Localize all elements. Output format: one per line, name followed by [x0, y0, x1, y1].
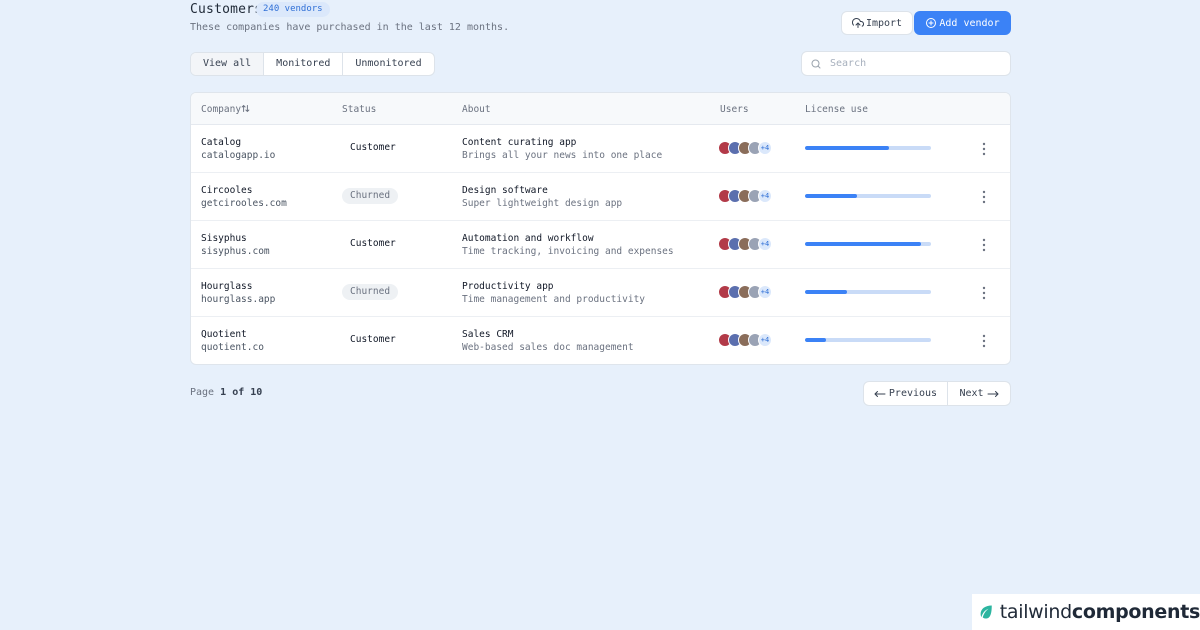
- company-domain: quotient.co: [201, 342, 264, 353]
- search-icon: [811, 59, 821, 69]
- page-indicator: Page 1 of 10: [190, 387, 262, 398]
- about-description: Brings all your news into one place: [462, 150, 663, 161]
- license-use-bar: [805, 242, 931, 246]
- page-title: Customers: [190, 2, 263, 17]
- brand-part-2: components: [1071, 601, 1200, 623]
- import-button[interactable]: Import: [841, 11, 913, 35]
- column-company-label: Company: [201, 104, 242, 115]
- sort-icon: [241, 104, 250, 113]
- table-header: Company Status About Users License use: [191, 93, 1010, 125]
- table-row[interactable]: Catalog catalogapp.io Customer Content cura…: [191, 125, 1010, 173]
- company-domain: getcirooles.com: [201, 198, 287, 209]
- column-users: Users: [720, 104, 749, 115]
- about-description: Time management and productivity: [462, 294, 646, 305]
- status-badge: Churned: [342, 284, 399, 300]
- column-company[interactable]: Company: [201, 104, 250, 115]
- leaf-logo-icon: [980, 605, 992, 619]
- license-use-fill: [805, 146, 890, 150]
- brand-part-1: tailwind: [999, 601, 1072, 623]
- table-row[interactable]: Sisyphus sisyphus.com Customer Automation a…: [191, 221, 1010, 269]
- company-domain: catalogapp.io: [201, 150, 276, 161]
- brand-name: tailwindcomponents: [1000, 601, 1200, 623]
- column-license-use: License use: [805, 104, 868, 115]
- brand-watermark: tailwindcomponents: [972, 594, 1200, 630]
- more-users-count: +4: [758, 285, 772, 299]
- about-title: Design software: [462, 185, 548, 196]
- about-description: Web-based sales doc management: [462, 342, 634, 353]
- previous-button[interactable]: Previous: [863, 381, 948, 406]
- tab-view-all[interactable]: View all: [191, 53, 265, 75]
- license-use-bar: [805, 290, 931, 294]
- license-use-fill: [805, 242, 921, 246]
- more-users-count: +4: [758, 333, 772, 347]
- user-avatars: +4: [718, 141, 772, 155]
- search-input[interactable]: [830, 55, 1000, 72]
- table-row[interactable]: Quotient quotient.co Customer Sales CRM Web-…: [191, 317, 1010, 364]
- more-users-count: +4: [758, 237, 772, 251]
- vendor-count-badge: 240 vendors: [256, 2, 330, 17]
- upload-cloud-icon: [851, 17, 864, 28]
- column-about: About: [462, 104, 491, 115]
- license-use-bar: [805, 338, 931, 342]
- previous-label: Previous: [888, 388, 938, 399]
- status-badge: Churned: [342, 188, 399, 204]
- company-name: Catalog: [201, 137, 242, 148]
- user-avatars: +4: [718, 237, 772, 251]
- status-badge: Customer: [350, 334, 396, 345]
- about-description: Super lightweight design app: [462, 198, 623, 209]
- about-description: Time tracking, invoicing and expenses: [462, 246, 674, 257]
- more-vertical-icon[interactable]: [977, 333, 991, 349]
- more-vertical-icon[interactable]: [977, 189, 991, 205]
- page-header: Customers 240 vendors These companies ha…: [190, 0, 1011, 40]
- license-use-fill: [805, 338, 827, 342]
- page-subtitle: These companies have purchased in the la…: [190, 22, 510, 33]
- arrow-right-icon: [987, 390, 999, 397]
- company-name: Sisyphus: [201, 233, 247, 244]
- license-use-bar: [805, 194, 931, 198]
- tab-unmonitored[interactable]: Unmonitored: [343, 53, 433, 75]
- company-domain: hourglass.app: [201, 294, 276, 305]
- add-vendor-button[interactable]: Add vendor: [914, 11, 1011, 35]
- next-label: Next: [959, 388, 984, 399]
- filter-tabs: View all Monitored Unmonitored: [190, 52, 435, 76]
- user-avatars: +4: [718, 285, 772, 299]
- tab-monitored[interactable]: Monitored: [264, 53, 344, 75]
- license-use-fill: [805, 290, 847, 294]
- status-badge: Customer: [350, 238, 396, 249]
- table-row[interactable]: Hourglass hourglass.app Churned Productivit…: [191, 269, 1010, 317]
- customers-table: Company Status About Users License use C…: [190, 92, 1011, 365]
- about-title: Sales CRM: [462, 329, 514, 340]
- plus-circle-icon: [926, 18, 937, 28]
- about-title: Productivity app: [462, 281, 554, 292]
- user-avatars: +4: [718, 333, 772, 347]
- add-vendor-label: Add vendor: [939, 17, 1000, 29]
- page-prefix: Page: [190, 387, 215, 398]
- license-use-bar: [805, 146, 931, 150]
- table-row[interactable]: Circooles getcirooles.com Churned Design so…: [191, 173, 1010, 221]
- about-title: Content curating app: [462, 137, 577, 148]
- company-name: Hourglass: [201, 281, 253, 292]
- user-avatars: +4: [718, 189, 772, 203]
- company-name: Circooles: [201, 185, 253, 196]
- import-label: Import: [865, 17, 903, 29]
- page-of: of: [232, 387, 245, 398]
- company-name: Quotient: [201, 329, 247, 340]
- more-users-count: +4: [758, 189, 772, 203]
- next-button[interactable]: Next: [948, 381, 1011, 406]
- about-title: Automation and workflow: [462, 233, 594, 244]
- more-vertical-icon[interactable]: [977, 141, 991, 157]
- current-page: 1: [220, 387, 227, 398]
- column-status: Status: [342, 104, 377, 115]
- status-badge: Customer: [350, 142, 396, 153]
- search-box: [801, 51, 1011, 76]
- license-use-fill: [805, 194, 857, 198]
- company-domain: sisyphus.com: [201, 246, 270, 257]
- arrow-left-icon: [874, 390, 886, 397]
- more-vertical-icon[interactable]: [977, 237, 991, 253]
- more-vertical-icon[interactable]: [977, 285, 991, 301]
- more-users-count: +4: [758, 141, 772, 155]
- total-pages: 10: [250, 387, 263, 398]
